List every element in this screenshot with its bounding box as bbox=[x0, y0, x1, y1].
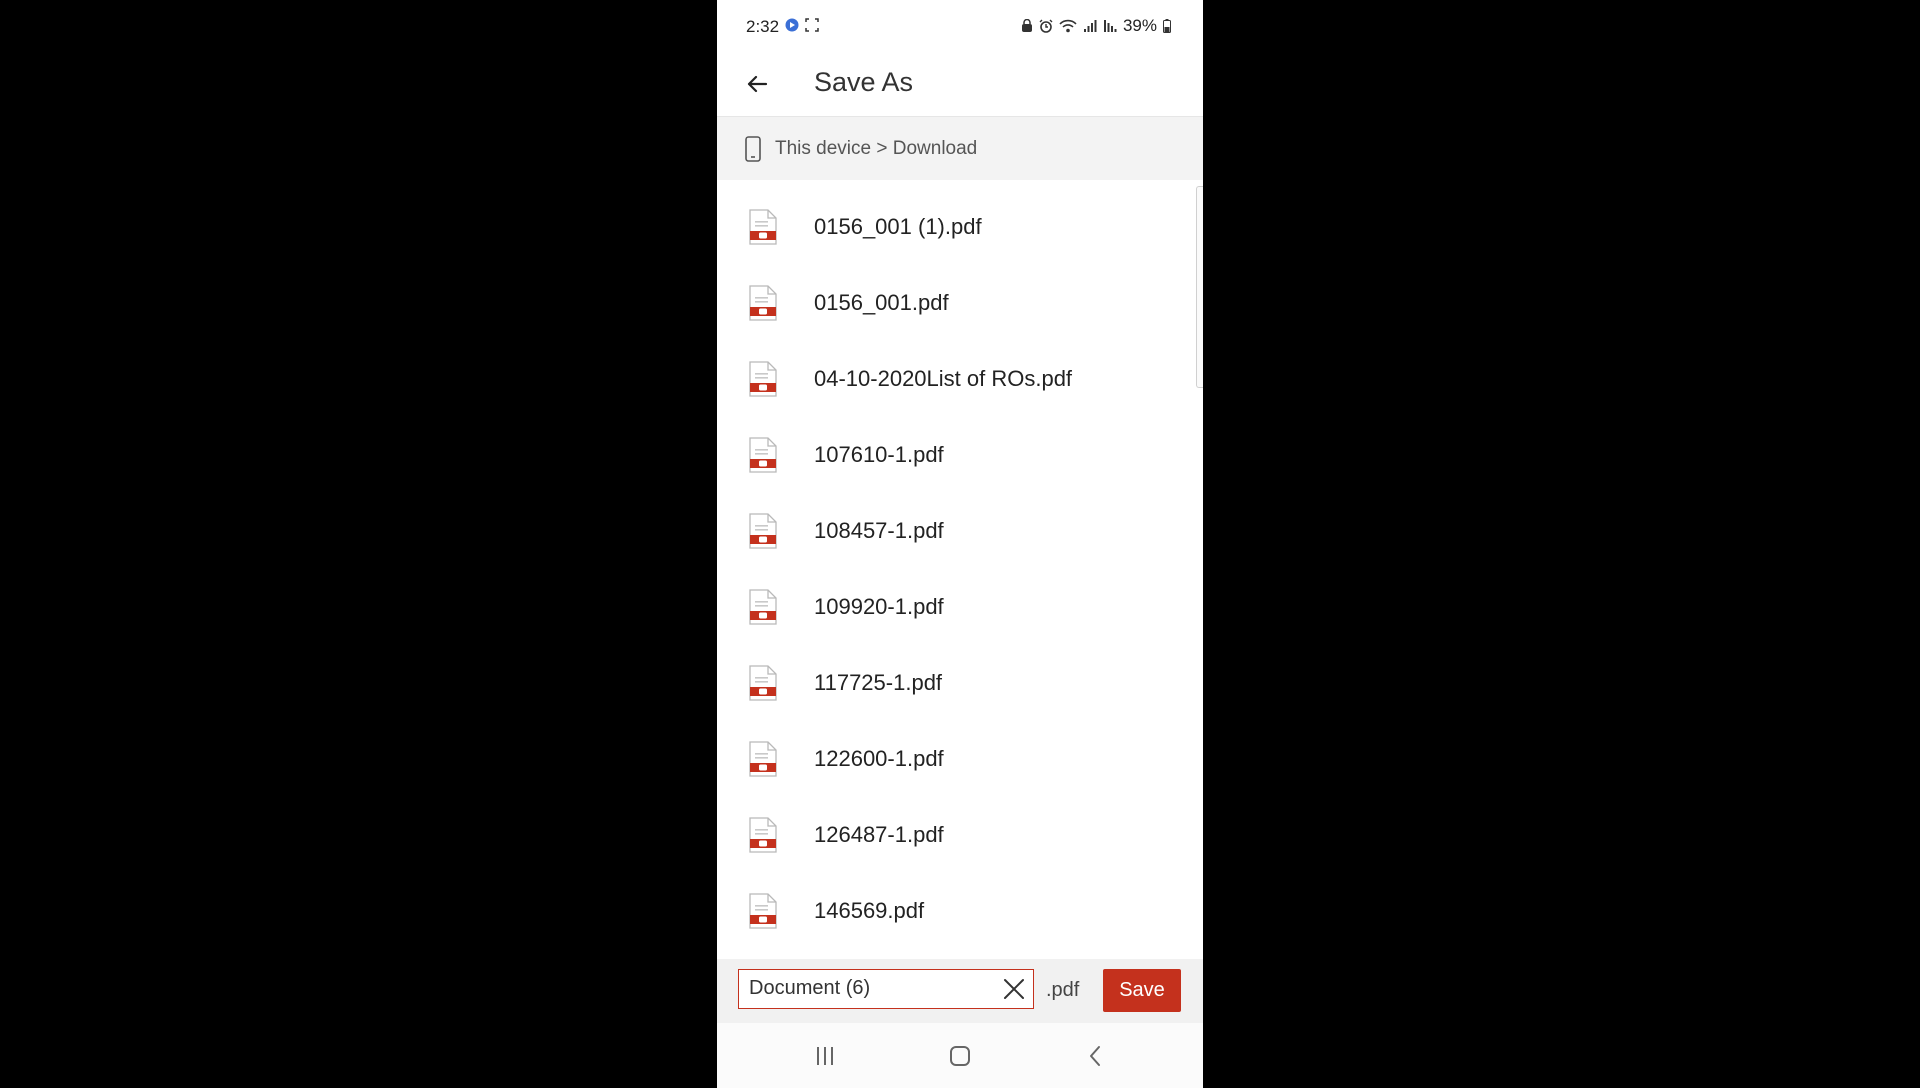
signal-icon bbox=[1083, 20, 1097, 32]
phone-icon bbox=[745, 135, 761, 162]
status-time: 2:32 bbox=[746, 17, 780, 36]
file-list-item[interactable]: 04-10-2020List of ROs.pdf bbox=[717, 341, 1203, 417]
breadcrumb: This device > Download bbox=[717, 117, 1203, 180]
home-button[interactable] bbox=[943, 1039, 977, 1073]
pdf-file-icon bbox=[749, 513, 777, 549]
signal-2-icon bbox=[1103, 20, 1117, 32]
pdf-file-icon bbox=[749, 209, 777, 245]
breadcrumb-path[interactable]: This device > Download bbox=[775, 138, 977, 160]
file-name: 117725-1.pdf bbox=[814, 670, 943, 695]
file-name: 0156_001 (1).pdf bbox=[814, 214, 982, 239]
file-name: 122600-1.pdf bbox=[814, 746, 944, 771]
home-icon bbox=[950, 1046, 970, 1066]
alarm-icon bbox=[1039, 19, 1053, 33]
file-list: 0156_001 (1).pdf 0156_001.pdf 04-10-2020… bbox=[717, 189, 1203, 959]
wifi-icon bbox=[1059, 19, 1077, 33]
file-name: 107610-1.pdf bbox=[814, 442, 944, 467]
screen-capture-icon bbox=[805, 18, 819, 32]
file-name: 126487-1.pdf bbox=[814, 822, 944, 847]
phone-screen: 2:32 39% Save As This device > Download … bbox=[717, 0, 1203, 1088]
file-extension-label: .pdf bbox=[1046, 979, 1080, 1001]
pdf-file-icon bbox=[749, 817, 777, 853]
arrow-left-icon bbox=[747, 75, 768, 93]
back-button[interactable] bbox=[739, 66, 775, 102]
pdf-file-icon bbox=[749, 893, 777, 929]
pdf-file-icon bbox=[749, 361, 777, 397]
recents-button[interactable] bbox=[808, 1039, 842, 1073]
pdf-file-icon bbox=[749, 437, 777, 473]
pdf-file-icon bbox=[749, 665, 777, 701]
filename-field bbox=[738, 969, 1034, 1009]
app-header: Save As bbox=[717, 54, 1203, 117]
file-list-item[interactable]: 126487-1.pdf bbox=[717, 797, 1203, 873]
file-name: 0156_001.pdf bbox=[814, 290, 949, 315]
file-list-item[interactable]: 109920-1.pdf bbox=[717, 569, 1203, 645]
battery-icon bbox=[1163, 19, 1171, 33]
file-list-item[interactable]: 0156_001.pdf bbox=[717, 265, 1203, 341]
save-button[interactable]: Save bbox=[1103, 969, 1181, 1012]
file-list-item[interactable]: 107610-1.pdf bbox=[717, 417, 1203, 493]
lock-icon bbox=[1021, 19, 1032, 32]
recents-icon bbox=[817, 1047, 833, 1065]
file-name: 109920-1.pdf bbox=[814, 594, 944, 619]
nav-back-button[interactable] bbox=[1079, 1039, 1113, 1073]
close-icon[interactable] bbox=[1001, 976, 1027, 1002]
scrollbar[interactable] bbox=[1196, 186, 1203, 388]
battery-percent: 39% bbox=[1122, 16, 1157, 35]
file-list-item[interactable]: 0156_001 (1).pdf bbox=[717, 189, 1203, 265]
file-name: 04-10-2020List of ROs.pdf bbox=[814, 366, 1073, 391]
pdf-file-icon bbox=[749, 741, 777, 777]
status-bar: 2:32 39% bbox=[717, 0, 1203, 54]
media-play-icon bbox=[785, 18, 799, 32]
filename-input[interactable] bbox=[739, 970, 994, 1007]
status-right-icons: 39% bbox=[1021, 16, 1171, 36]
file-name: 146569.pdf bbox=[814, 898, 925, 923]
chevron-left-icon bbox=[1090, 1046, 1100, 1066]
pdf-file-icon bbox=[749, 589, 777, 625]
system-nav-bar bbox=[717, 1023, 1203, 1088]
file-list-item[interactable]: 117725-1.pdf bbox=[717, 645, 1203, 721]
file-list-item[interactable]: 108457-1.pdf bbox=[717, 493, 1203, 569]
status-left-icons bbox=[785, 18, 819, 32]
file-list-item[interactable]: 122600-1.pdf bbox=[717, 721, 1203, 797]
file-name: 108457-1.pdf bbox=[814, 518, 944, 543]
save-bar: .pdf Save bbox=[717, 959, 1203, 1023]
file-list-item[interactable]: 146569.pdf bbox=[717, 873, 1203, 949]
pdf-file-icon bbox=[749, 285, 777, 321]
page-title: Save As bbox=[814, 67, 914, 97]
